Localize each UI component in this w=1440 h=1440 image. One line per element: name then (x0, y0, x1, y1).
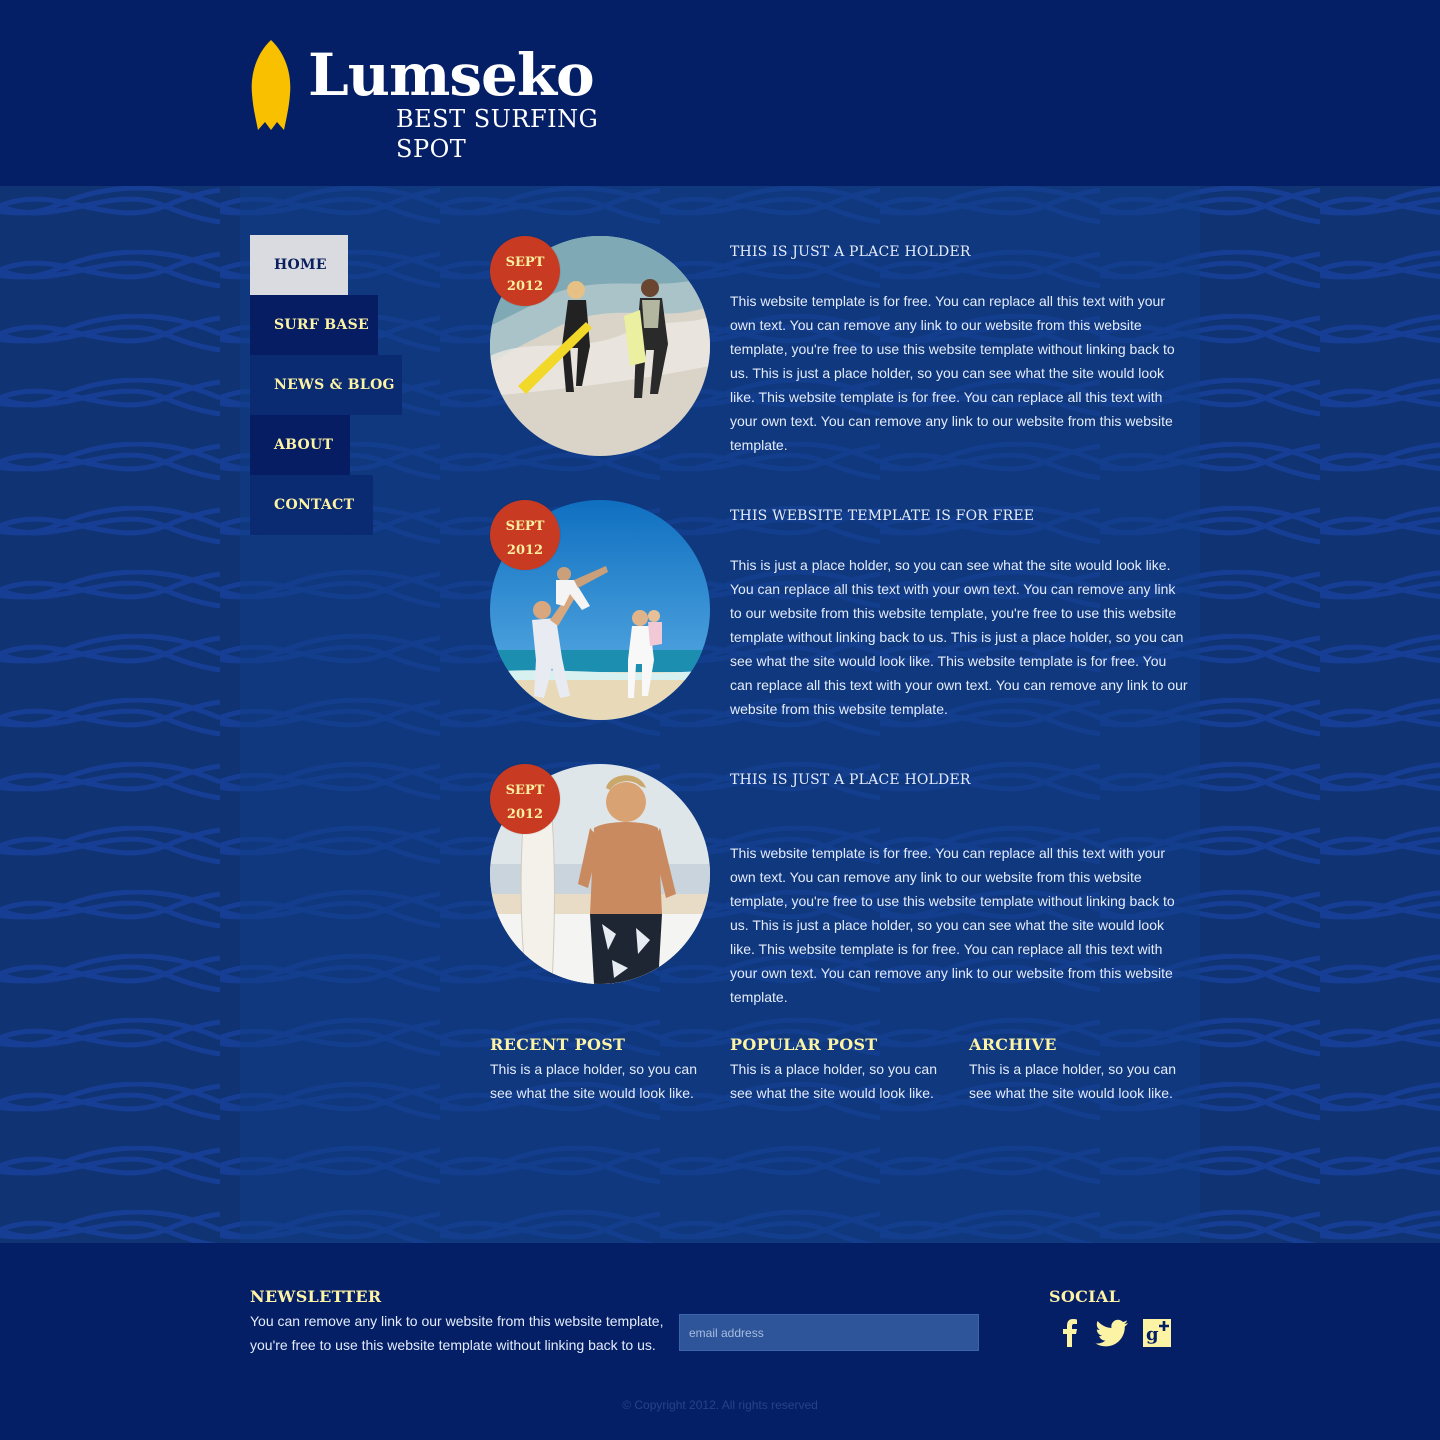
blog-post: SEPT 2012 THIS WEBSITE TEMPLATE IS FOR F… (490, 500, 1190, 730)
nav-item-home[interactable]: HOME (250, 235, 348, 295)
site-header: Lumseko BEST SURFING SPOT (0, 0, 1440, 186)
date-month: SEPT (505, 783, 545, 798)
copyright-text: © Copyright 2012. All rights reserved (622, 1398, 818, 1412)
sidebar-widgets: RECENT POST This is a place holder, so y… (490, 1034, 1200, 1114)
facebook-icon[interactable] (1054, 1317, 1086, 1349)
widget-popular-post: POPULAR POST This is a place holder, so … (730, 1034, 950, 1105)
date-year: 2012 (506, 279, 544, 294)
site-tagline: BEST SURFING SPOT (396, 105, 599, 163)
widget-recent-post: RECENT POST This is a place holder, so y… (490, 1034, 710, 1105)
date-month: SEPT (505, 519, 545, 534)
site-footer: NEWSLETTER You can remove any link to ou… (0, 1243, 1440, 1440)
twitter-icon[interactable] (1094, 1317, 1130, 1349)
date-badge: SEPT 2012 (490, 764, 560, 834)
date-badge: SEPT 2012 (490, 236, 560, 306)
nav-item-surf-base[interactable]: SURF BASE (250, 295, 378, 355)
blog-post: SEPT 2012 THIS IS JUST A PLACE HOLDER Th… (490, 764, 1190, 1014)
date-month: SEPT (505, 255, 545, 270)
post-body: This is just a place holder, so you can … (730, 557, 1188, 717)
date-badge: SEPT 2012 (490, 500, 560, 570)
newsletter-text: You can remove any link to our website f… (250, 1313, 664, 1353)
surfboard-logo-icon (251, 40, 291, 130)
google-plus-icon[interactable]: g (1142, 1317, 1172, 1349)
nav-item-about[interactable]: ABOUT (250, 415, 350, 475)
date-year: 2012 (506, 543, 544, 558)
post-title[interactable]: THIS WEBSITE TEMPLATE IS FOR FREE (730, 508, 1034, 524)
site-title: Lumseko (308, 41, 595, 109)
widget-title[interactable]: POPULAR POST (730, 1034, 950, 1056)
newsletter-title: NEWSLETTER (250, 1287, 382, 1306)
newsletter-section: NEWSLETTER You can remove any link to ou… (250, 1287, 680, 1357)
widget-archive: ARCHIVE This is a place holder, so you c… (969, 1034, 1189, 1105)
svg-text:g: g (1146, 1324, 1159, 1345)
post-body: This website template is for free. You c… (730, 293, 1175, 453)
blog-post: SEPT 2012 THIS IS JUST A PLACE HOLDER Th… (490, 236, 1190, 466)
social-section: SOCIAL g (1049, 1287, 1189, 1347)
widget-title[interactable]: RECENT POST (490, 1034, 710, 1056)
widget-text: This is a place holder, so you can see w… (969, 1061, 1177, 1101)
widget-text: This is a place holder, so you can see w… (730, 1061, 938, 1101)
social-icons: g (1054, 1317, 1184, 1353)
post-title[interactable]: THIS IS JUST A PLACE HOLDER (730, 244, 971, 260)
widget-title[interactable]: ARCHIVE (969, 1034, 1189, 1056)
nav-item-contact[interactable]: CONTACT (250, 475, 373, 535)
nav-item-news-blog[interactable]: NEWS & BLOG (250, 355, 402, 415)
post-body: This website template is for free. You c… (730, 845, 1175, 1005)
date-year: 2012 (506, 807, 544, 822)
post-title[interactable]: THIS IS JUST A PLACE HOLDER (730, 772, 971, 788)
newsletter-email-input[interactable] (679, 1314, 979, 1351)
logo[interactable]: Lumseko BEST SURFING SPOT (250, 38, 670, 163)
main-navigation: HOME SURF BASE NEWS & BLOG ABOUT CONTACT (250, 235, 402, 535)
social-title: SOCIAL (1049, 1287, 1121, 1306)
widget-text: This is a place holder, so you can see w… (490, 1061, 698, 1101)
